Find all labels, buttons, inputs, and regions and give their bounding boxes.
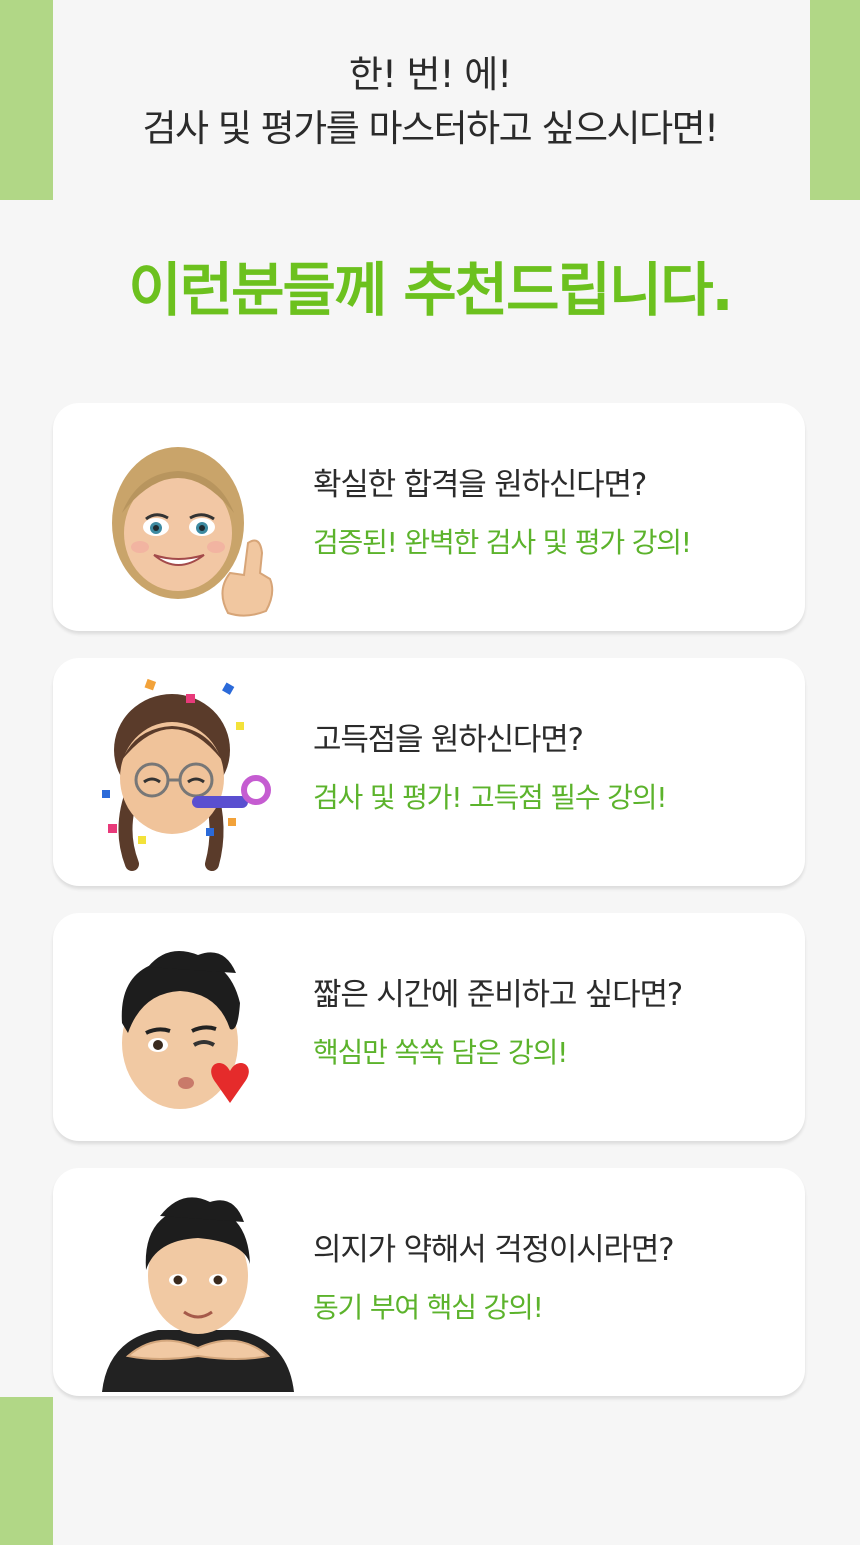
face-frame-boy-emoji-icon [98,1180,298,1392]
card-text: 확실한 합격을 원하신다면? 검증된! 완벽한 검사 및 평가 강의! [313,465,692,561]
intro-line-2: 검사 및 평가를 마스터하고 싶으시다면! [142,107,719,150]
card-question: 짧은 시간에 준비하고 싶다면? [313,977,683,1013]
recommend-card: 고득점을 원하신다면? 검사 및 평가! 고득점 필수 강의! [53,658,805,886]
recommend-card: 확실한 합격을 원하신다면? 검증된! 완벽한 검사 및 평가 강의! [53,403,805,631]
card-answer: 검사 및 평가! 고득점 필수 강의! [313,781,667,814]
intro-line-1: 한! 번! 에! [348,53,512,96]
card-answer: 검증된! 완벽한 검사 및 평가 강의! [313,526,692,559]
thumbs-up-girl-emoji-icon [98,423,298,623]
wink-heart-boy-emoji-icon [98,933,298,1133]
card-question: 고득점을 원하신다면? [313,722,584,758]
card-text: 짧은 시간에 준비하고 싶다면? 핵심만 쏙쏙 담은 강의! [313,975,683,1071]
card-text: 의지가 약해서 걱정이시라면? 동기 부여 핵심 강의! [313,1230,675,1326]
card-text: 고득점을 원하신다면? 검사 및 평가! 고득점 필수 강의! [313,720,667,816]
recommend-headline: 이런분들께 추천드립니다. [128,256,733,324]
decorative-bar-bottom-left [0,1397,53,1545]
card-answer: 동기 부여 핵심 강의! [313,1291,544,1324]
party-braids-emoji-icon [98,678,298,878]
recommend-card: 의지가 약해서 걱정이시라면? 동기 부여 핵심 강의! [53,1168,805,1396]
intro-block: 한! 번! 에! 검사 및 평가를 마스터하고 싶으시다면! [0,52,860,152]
recommend-card: 짧은 시간에 준비하고 싶다면? 핵심만 쏙쏙 담은 강의! [53,913,805,1141]
card-question: 확실한 합격을 원하신다면? [313,467,647,503]
card-answer: 핵심만 쏙쏙 담은 강의! [313,1036,568,1069]
card-question: 의지가 약해서 걱정이시라면? [313,1232,675,1268]
